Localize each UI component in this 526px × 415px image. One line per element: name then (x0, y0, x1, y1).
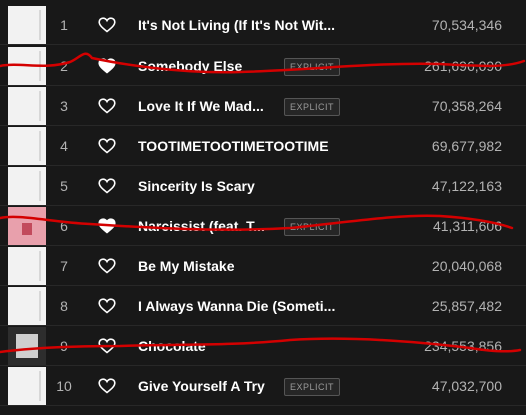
album-art (8, 47, 46, 85)
play-count: 25,857,482 (431, 298, 502, 314)
play-count: 69,677,982 (431, 138, 502, 154)
track-rank: 1 (60, 17, 68, 33)
popular-tracks-list: 1 It's Not Living (If It's Not Wit... 70… (0, 0, 526, 415)
album-art (8, 367, 46, 405)
track-title[interactable]: Narcissist (feat. T... (138, 206, 265, 246)
track-title[interactable]: I Always Wanna Die (Someti... (138, 286, 335, 326)
track-title[interactable]: TOOTIMETOOTIMETOOTIME (138, 126, 329, 166)
play-count: 234,553,856 (424, 338, 502, 354)
play-count: 261,696,090 (424, 58, 502, 74)
album-art (8, 287, 46, 325)
track-row[interactable]: 7 Be My Mistake 20,040,068 (0, 246, 526, 286)
album-art (8, 127, 46, 165)
play-count: 47,122,163 (431, 178, 502, 194)
track-row[interactable]: 9 Chocolate 234,553,856 (0, 326, 526, 366)
play-count: 70,534,346 (431, 17, 502, 33)
heart-icon[interactable] (98, 178, 116, 194)
album-art (8, 87, 46, 125)
track-rank: 10 (56, 378, 72, 394)
heart-icon[interactable] (98, 218, 116, 234)
play-count: 20,040,068 (431, 258, 502, 274)
play-count: 41,311,606 (432, 218, 502, 234)
track-title[interactable]: Chocolate (138, 326, 206, 366)
heart-icon[interactable] (98, 378, 116, 394)
track-title[interactable]: Be My Mistake (138, 246, 234, 286)
track-row[interactable]: 5 Sincerity Is Scary 47,122,163 (0, 166, 526, 206)
track-row[interactable]: 4 TOOTIMETOOTIMETOOTIME 69,677,982 (0, 126, 526, 166)
track-rank: 2 (60, 58, 68, 74)
track-row[interactable]: 6 Narcissist (feat. T... EXPLICIT 41,311… (0, 206, 526, 246)
heart-icon[interactable] (98, 258, 116, 274)
heart-icon[interactable] (98, 98, 116, 114)
album-art (8, 167, 46, 205)
track-title[interactable]: Somebody Else (138, 46, 242, 86)
explicit-badge: EXPLICIT (284, 378, 341, 396)
track-title[interactable]: Sincerity Is Scary (138, 166, 255, 206)
heart-icon[interactable] (98, 17, 116, 33)
track-rank: 5 (60, 178, 68, 194)
track-row[interactable]: 1 It's Not Living (If It's Not Wit... 70… (0, 5, 526, 45)
album-art (8, 6, 46, 44)
track-title[interactable]: Give Yourself A Try (138, 366, 265, 406)
track-rank: 7 (60, 258, 68, 274)
track-row[interactable]: 3 Love It If We Mad... EXPLICIT 70,358,2… (0, 86, 526, 126)
track-title[interactable]: It's Not Living (If It's Not Wit... (138, 5, 335, 45)
track-row[interactable]: 2 Somebody Else EXPLICIT 261,696,090 (0, 46, 526, 86)
track-rank: 4 (60, 138, 68, 154)
explicit-badge: EXPLICIT (284, 218, 341, 236)
heart-icon[interactable] (98, 338, 116, 354)
explicit-badge: EXPLICIT (284, 98, 341, 116)
album-art (8, 207, 46, 245)
play-count: 47,032,700 (431, 378, 502, 394)
explicit-badge: EXPLICIT (284, 58, 341, 76)
heart-icon[interactable] (98, 298, 116, 314)
track-rank: 9 (60, 338, 68, 354)
track-rank: 3 (60, 98, 68, 114)
track-row[interactable]: 8 I Always Wanna Die (Someti... 25,857,4… (0, 286, 526, 326)
heart-icon[interactable] (98, 138, 116, 154)
play-count: 70,358,264 (431, 98, 502, 114)
album-art (8, 247, 46, 285)
album-art (8, 327, 46, 365)
heart-icon[interactable] (98, 58, 116, 74)
track-title[interactable]: Love It If We Mad... (138, 86, 264, 126)
track-rank: 8 (60, 298, 68, 314)
track-rank: 6 (60, 218, 68, 234)
track-row[interactable]: 10 Give Yourself A Try EXPLICIT 47,032,7… (0, 366, 526, 406)
